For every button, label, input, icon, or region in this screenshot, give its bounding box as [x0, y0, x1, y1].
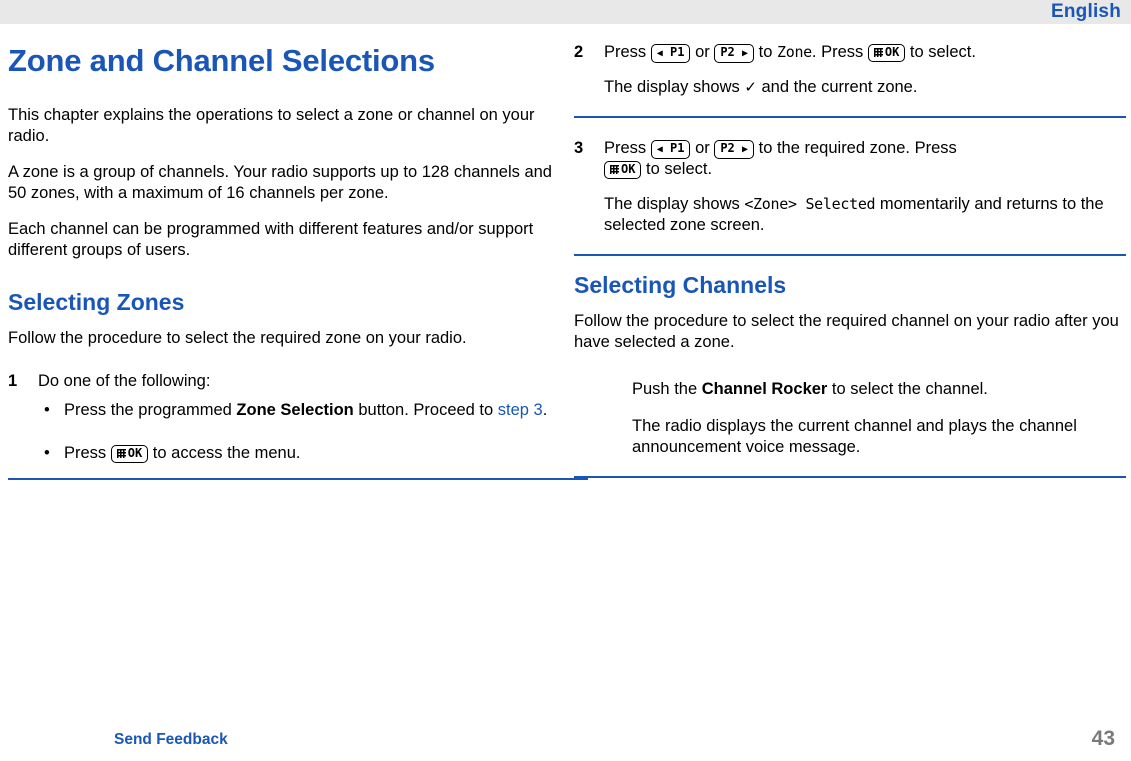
list-item: • Press the programmed Zone Selection bu… — [38, 400, 556, 421]
page-number: 43 — [1091, 727, 1115, 750]
instruction-text-before: Push the — [632, 380, 702, 398]
document-page: Zone and Channel Selections This chapter… — [0, 24, 1131, 724]
section-divider-left — [8, 478, 588, 480]
procedure-step-1: 1 Do one of the following: • Press the p… — [8, 371, 556, 464]
bullet-marker: • — [44, 401, 50, 419]
p2-key-icon: P2 ▶ — [714, 140, 755, 159]
grid-glyph-icon — [610, 165, 619, 174]
bold-channel-rocker: Channel Rocker — [701, 380, 828, 398]
language-label: English — [1050, 1, 1121, 22]
step-number: 2 — [574, 43, 584, 61]
section-divider-right — [574, 476, 1126, 478]
bold-zone-selection: Zone Selection — [236, 401, 354, 419]
step-number: 3 — [574, 139, 584, 157]
instruction-text-after: to select the channel. — [827, 380, 988, 398]
right-triangle-icon: ▶ — [742, 48, 749, 59]
section-intro-selecting-channels: Follow the procedure to select the requi… — [574, 312, 1119, 351]
intro-paragraph-2: A zone is a group of channels. Your radi… — [8, 163, 552, 202]
left-triangle-icon: ◀ — [656, 48, 663, 59]
bullet-text-before: Press — [64, 444, 111, 462]
step-text-d: . Press — [811, 43, 868, 61]
bullet-text-before: Press the programmed — [64, 401, 237, 419]
section-intro-selecting-zones: Follow the procedure to select the requi… — [8, 329, 467, 347]
bullet-marker: • — [44, 444, 50, 462]
step-text-e: to select. — [905, 43, 976, 61]
bullet-text-after: to access the menu. — [148, 444, 301, 462]
display-text-zone: Zone — [776, 43, 812, 61]
channel-instruction: Push the Channel Rocker to select the ch… — [632, 379, 1126, 400]
grid-glyph-icon — [873, 48, 883, 57]
result-text-before: The display shows — [604, 195, 745, 213]
step-number: 1 — [8, 372, 18, 390]
step-text: Press ◀ P1 or P2 ▶ to the required zone.… — [604, 138, 1126, 180]
intro-paragraph-3: Each channel can be programmed with diff… — [8, 220, 534, 259]
bullet-text-end: . — [542, 401, 548, 419]
page-footer: Send Feedback 43 — [0, 723, 1131, 761]
step-text-d: to select. — [641, 160, 713, 178]
step-1-bullet-list: • Press the programmed Zone Selection bu… — [38, 400, 556, 464]
step-text-b: or — [690, 43, 715, 61]
step-text: Press ◀ P1 or P2 ▶ to Zone. Press OK to … — [604, 42, 1126, 63]
step-text: Do one of the following: — [38, 372, 211, 390]
result-text-before: The display shows — [604, 78, 745, 96]
channel-instruction-result: The radio displays the current channel a… — [632, 417, 1077, 456]
send-feedback-link[interactable]: Send Feedback — [114, 731, 228, 749]
step-text-a: Press — [604, 43, 651, 61]
procedure-step-3: 3 Press ◀ P1 or P2 ▶ to the required zon… — [574, 138, 1126, 236]
display-text-zone-selected: <Zone> Selected — [744, 195, 876, 213]
menu-ok-key-icon: OK — [867, 44, 906, 62]
result-text-after: and the current zone. — [756, 78, 918, 96]
menu-ok-key-icon: OK — [604, 161, 642, 179]
channel-instruction-block: Push the Channel Rocker to select the ch… — [574, 379, 1126, 458]
menu-ok-key-icon: OK — [110, 445, 149, 463]
cross-reference-step-3[interactable]: step 3 — [498, 401, 543, 419]
step-3-result: The display shows <Zone> Selected moment… — [604, 194, 1126, 236]
checkmark-icon: ✓ — [744, 79, 757, 96]
step-2-result: The display shows ✓ and the current zone… — [604, 77, 1126, 98]
top-header-bar: English — [0, 0, 1131, 24]
step-text-a: Press — [604, 139, 651, 157]
step-text-c: to — [754, 43, 777, 61]
procedure-step-2: 2 Press ◀ P1 or P2 ▶ to Zone. Press OK t… — [574, 42, 1126, 98]
section-heading-selecting-channels: Selecting Channels — [574, 272, 787, 298]
left-column: Zone and Channel Selections This chapter… — [8, 42, 588, 494]
p2-key-icon: P2 ▶ — [714, 44, 755, 63]
section-heading-selecting-zones: Selecting Zones — [8, 289, 185, 315]
step-divider-1 — [574, 116, 1126, 118]
step-divider-2 — [574, 254, 1126, 256]
right-column: 2 Press ◀ P1 or P2 ▶ to Zone. Press OK t… — [574, 42, 1126, 492]
step-text-c: to the required zone. Press — [754, 139, 957, 157]
bullet-text-after: button. Proceed to — [353, 401, 498, 419]
list-item: • Press OK to access the menu. — [38, 443, 556, 464]
page-title: Zone and Channel Selections — [8, 43, 435, 78]
p1-key-icon: ◀ P1 — [650, 44, 691, 63]
right-triangle-icon: ▶ — [742, 144, 749, 155]
grid-glyph-icon — [116, 449, 126, 458]
p1-key-icon: ◀ P1 — [650, 140, 691, 159]
intro-paragraph-1: This chapter explains the operations to … — [8, 106, 535, 145]
left-triangle-icon: ◀ — [656, 144, 663, 155]
step-text-b: or — [690, 139, 715, 157]
